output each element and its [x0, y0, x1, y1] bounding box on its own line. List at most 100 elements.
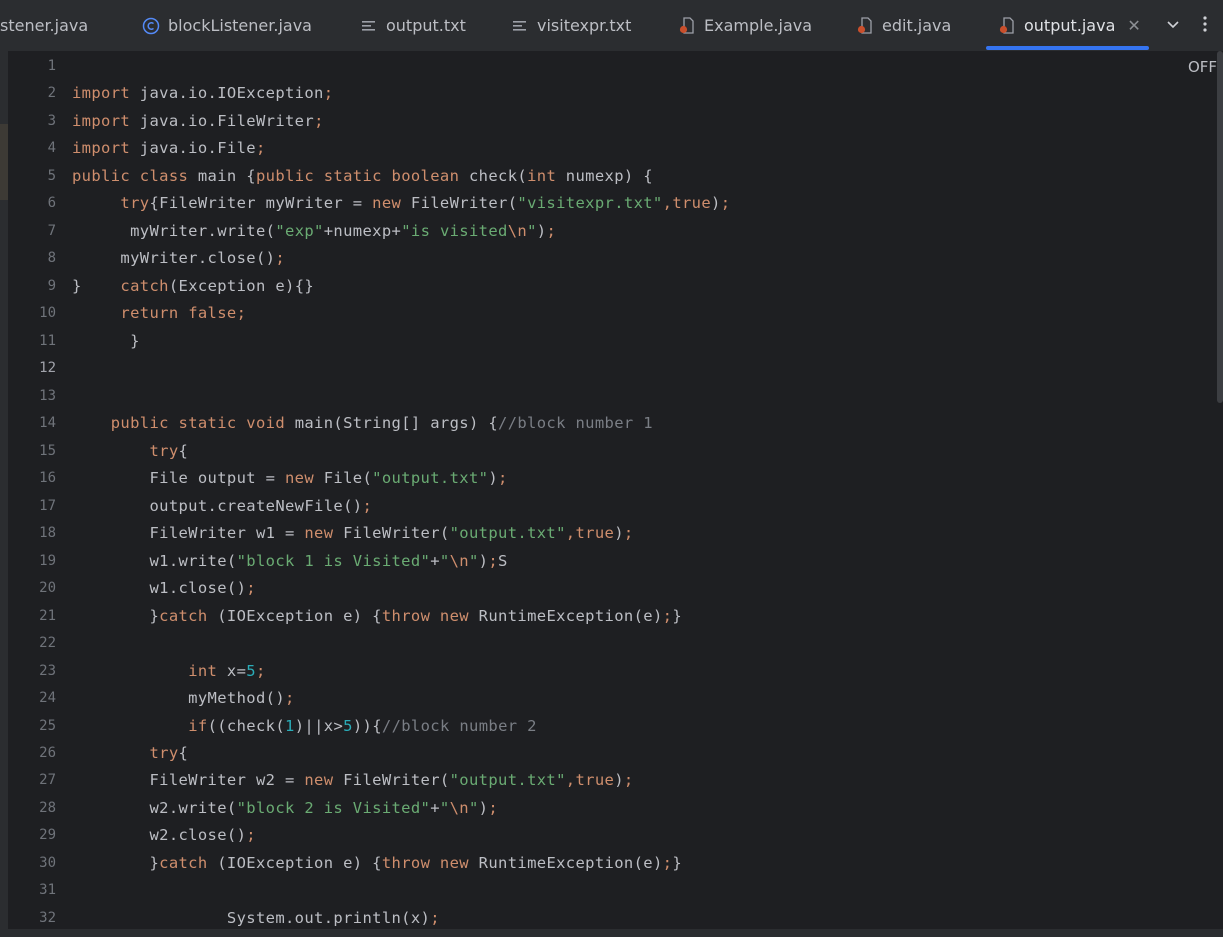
- code-line: myWriter.close();: [72, 249, 285, 267]
- code-line: try{: [72, 744, 188, 762]
- code-line: File output = new File("output.txt");: [72, 469, 508, 487]
- code-line: try{: [72, 442, 188, 460]
- code-token: java.io.FileWriter: [130, 111, 315, 130]
- code-token: }: [72, 853, 160, 872]
- left-tool-strip: [0, 51, 8, 937]
- text-file-icon: [360, 17, 378, 35]
- editor-tab-bar: stener.java blockListener.java output.tx…: [0, 0, 1223, 52]
- code-token: FileWriter w1 =: [72, 524, 305, 543]
- code-token: main(String[] args) {: [285, 414, 499, 433]
- code-token: true: [672, 194, 712, 213]
- code-token: RuntimeException(e): [468, 853, 663, 872]
- tab-stener-java[interactable]: stener.java: [0, 0, 88, 51]
- tab-list-button[interactable]: [1165, 0, 1181, 51]
- code-token: catch: [159, 853, 208, 872]
- code-token: import: [72, 139, 131, 158]
- code-token: ": [439, 551, 450, 570]
- code-token: ;: [255, 661, 266, 680]
- code-token: ;: [323, 84, 334, 103]
- code-token: java.io.IOException: [130, 84, 324, 103]
- code-token: ": [439, 798, 450, 817]
- tab-blocklistener-java[interactable]: blockListener.java: [142, 0, 312, 51]
- code-token: java.io.File: [130, 139, 256, 158]
- line-number: 17: [39, 497, 56, 514]
- line-number: 11: [39, 332, 56, 349]
- code-token: ;: [236, 304, 247, 323]
- code-token: try: [149, 441, 179, 460]
- line-number: 23: [39, 662, 56, 679]
- code-line: import java.io.File;: [72, 139, 266, 157]
- code-token: check(: [459, 166, 528, 185]
- code-token: System.out.println(x): [72, 908, 431, 927]
- code-token: new: [372, 194, 402, 213]
- line-number: 14: [39, 415, 56, 432]
- code-token: ;: [498, 469, 508, 488]
- vertical-scrollbar[interactable]: [1217, 51, 1223, 403]
- java-file-icon: [678, 16, 696, 35]
- line-number: 32: [39, 909, 56, 926]
- tab-output-txt[interactable]: output.txt: [360, 0, 466, 51]
- code-line: }catch (IOException e) {throw new Runtim…: [72, 607, 682, 625]
- code-token: myMethod(): [72, 689, 285, 708]
- tab-example-java[interactable]: Example.java: [678, 0, 812, 51]
- horizontal-scrollbar-track[interactable]: [0, 929, 1223, 937]
- tab-visitexpr-txt[interactable]: visitexpr.txt: [511, 0, 631, 51]
- text-file-icon: [511, 17, 529, 35]
- code-token: File(: [314, 469, 373, 488]
- code-token: myWriter.write(: [72, 221, 276, 240]
- code-line: FileWriter w1 = new FileWriter("output.t…: [72, 524, 634, 542]
- code-token: import: [72, 84, 131, 103]
- tab-output-java[interactable]: output.java ✕: [998, 0, 1141, 51]
- code-token: ": [468, 798, 479, 817]
- code-line: import java.io.FileWriter;: [72, 112, 324, 130]
- code-token: ;: [362, 496, 373, 515]
- line-number: 28: [39, 799, 56, 816]
- code-token: "block 1 is Visited": [236, 551, 431, 570]
- more-options-button[interactable]: [1198, 0, 1212, 51]
- code-line: myMethod();: [72, 689, 295, 707]
- inspection-status-label[interactable]: OFF: [1188, 58, 1217, 76]
- code-token: "block 2 is Visited": [236, 798, 431, 817]
- line-number: 26: [39, 745, 56, 761]
- code-token: ): [614, 524, 624, 543]
- line-number: 16: [39, 470, 56, 487]
- java-file-icon: [856, 16, 874, 35]
- code-token: new: [304, 524, 334, 543]
- close-icon[interactable]: ✕: [1127, 16, 1140, 35]
- code-token: }: [672, 606, 682, 625]
- line-number: 8: [47, 250, 56, 267]
- code-token: \n: [449, 551, 469, 570]
- code-token: if: [188, 716, 208, 735]
- code-token: {: [178, 744, 189, 762]
- code-token: ;: [662, 853, 673, 872]
- code-editor[interactable]: import java.io.IOException; import java.i…: [68, 51, 1217, 937]
- line-number: 31: [39, 882, 56, 899]
- code-token: ;: [255, 139, 266, 158]
- line-number: 10: [39, 305, 56, 322]
- code-token: 5: [343, 716, 353, 735]
- code-token: import: [72, 111, 131, 130]
- code-token: ;: [488, 551, 499, 570]
- code-token: ;: [488, 798, 499, 817]
- code-line: FileWriter w2 = new FileWriter("output.t…: [72, 771, 634, 789]
- tab-label: blockListener.java: [168, 16, 312, 35]
- code-line: return false;: [72, 304, 246, 322]
- code-token: catch: [159, 606, 208, 625]
- code-token: +: [430, 798, 440, 817]
- line-number: 6: [47, 195, 56, 212]
- code-token: public class: [72, 166, 189, 185]
- kebab-menu-icon: [1198, 15, 1212, 37]
- code-token: ): [478, 551, 489, 570]
- code-token: try: [120, 194, 150, 213]
- line-number: 27: [39, 772, 56, 789]
- code-line: }: [72, 332, 140, 350]
- code-token: FileWriter(: [401, 194, 518, 213]
- code-token: "output.txt": [372, 469, 489, 488]
- line-number: 25: [39, 717, 56, 734]
- code-token: public static void: [110, 414, 286, 433]
- tab-edit-java[interactable]: edit.java: [856, 0, 951, 51]
- code-token: FileWriter w2 =: [72, 771, 305, 790]
